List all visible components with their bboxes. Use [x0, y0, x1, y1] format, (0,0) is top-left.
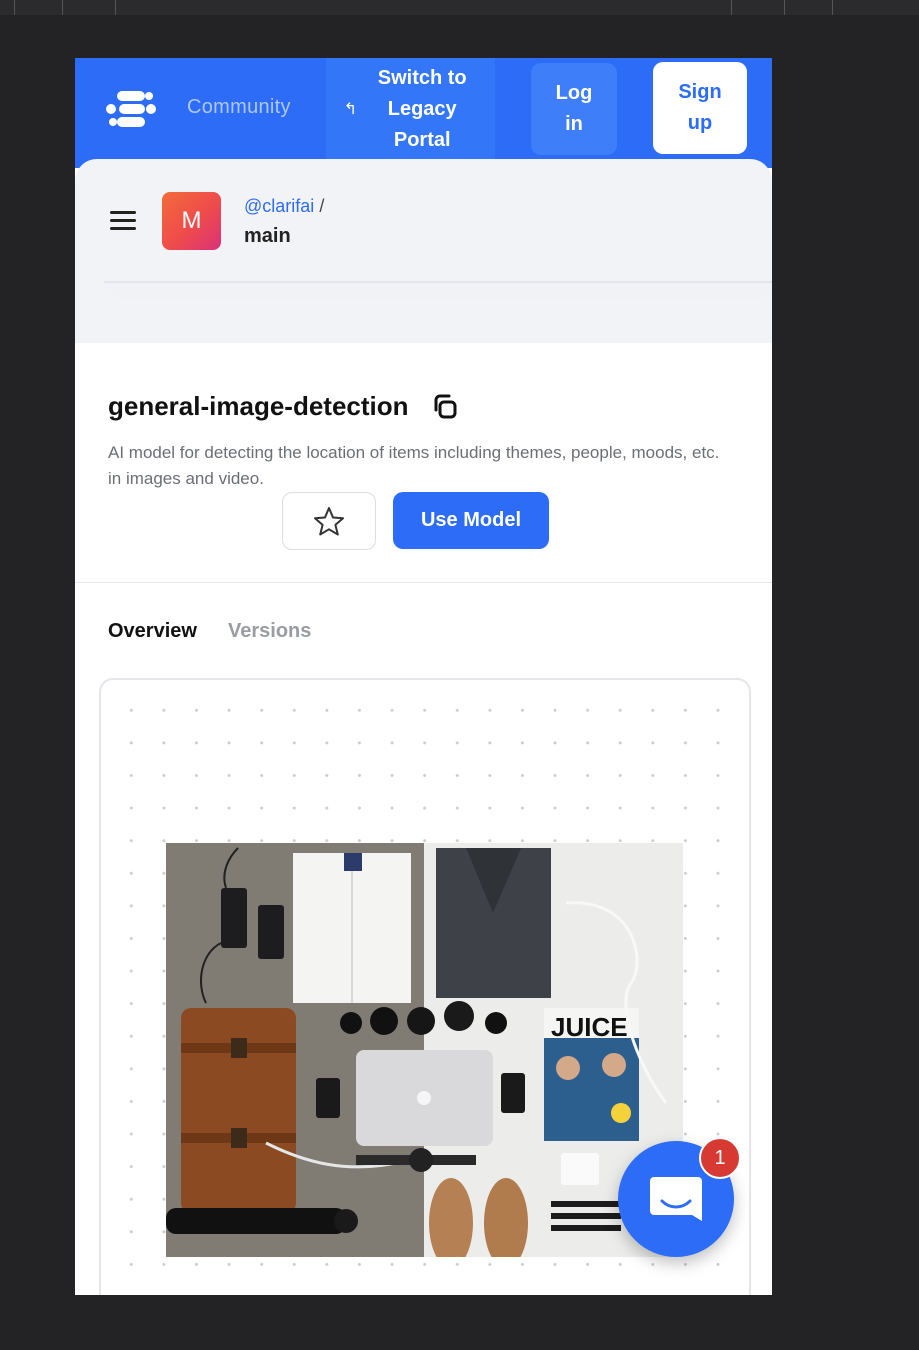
section-divider: [75, 582, 772, 583]
star-button[interactable]: [282, 492, 376, 550]
chrome-divider: [731, 0, 732, 15]
chrome-divider: [115, 0, 116, 15]
tab-versions[interactable]: Versions: [228, 620, 311, 643]
return-arrow-icon: ↰: [343, 101, 358, 118]
clarifai-logo-icon[interactable]: [105, 85, 157, 133]
copy-icon[interactable]: [431, 392, 461, 422]
chrome-divider: [832, 0, 833, 15]
app-breadcrumb-panel: M @clarifai / main: [75, 159, 772, 343]
chrome-divider: [14, 0, 15, 15]
chat-notification-badge: 1: [699, 1137, 741, 1179]
switch-legacy-label: Switch to Legacy Portal: [377, 66, 467, 151]
app-avatar[interactable]: M: [162, 192, 221, 250]
community-link[interactable]: Community: [187, 96, 291, 119]
chat-icon: [650, 1177, 702, 1221]
hamburger-menu-icon[interactable]: [110, 211, 136, 231]
breadcrumb-app-name[interactable]: main: [244, 225, 291, 248]
login-label: Log in: [555, 82, 593, 135]
switch-legacy-portal-button[interactable]: ↰ Switch to Legacy Portal: [326, 58, 495, 160]
svg-text:JUICE: JUICE: [551, 1012, 628, 1042]
signup-label: Sign up: [678, 81, 722, 134]
browser-chrome: [0, 0, 919, 15]
top-navbar: Community ↰ Switch to Legacy Portal Log …: [75, 58, 772, 168]
chrome-divider: [784, 0, 785, 15]
breadcrumb-owner: @clarifai /: [244, 196, 324, 217]
star-icon: [314, 507, 344, 536]
signup-button[interactable]: Sign up: [653, 62, 747, 154]
sample-image[interactable]: JUICE: [166, 843, 683, 1257]
chrome-divider: [62, 0, 63, 15]
model-title: general-image-detection: [108, 391, 409, 421]
login-button[interactable]: Log in: [531, 63, 617, 155]
breadcrumb-separator: /: [319, 196, 325, 216]
use-model-button[interactable]: Use Model: [393, 492, 549, 549]
tab-overview[interactable]: Overview: [108, 620, 197, 643]
owner-link[interactable]: @clarifai: [244, 196, 314, 216]
model-description: AI model for detecting the location of i…: [108, 443, 720, 488]
panel-divider: [104, 281, 772, 283]
mobile-viewport: Community ↰ Switch to Legacy Portal Log …: [75, 58, 772, 1295]
